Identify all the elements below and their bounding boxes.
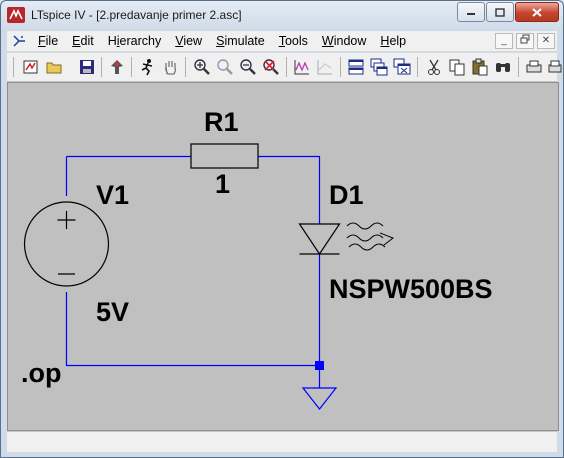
led-emission-icon xyxy=(346,222,395,251)
status-bar xyxy=(7,431,557,452)
mdi-minimize-button[interactable]: _ xyxy=(495,33,513,49)
zoom-full-button[interactable] xyxy=(215,57,235,77)
menu-hierarchy[interactable]: Hierarchy xyxy=(108,34,162,48)
menu-simulate[interactable]: Simulate xyxy=(216,34,265,48)
zoom-in-icon xyxy=(194,59,210,75)
voltage-source-v1[interactable] xyxy=(23,201,110,287)
tile-horizontal-icon xyxy=(348,59,364,75)
menu-view[interactable]: View xyxy=(175,34,202,48)
waveform-grid-icon xyxy=(317,60,332,75)
zoom-out-icon xyxy=(240,59,256,75)
cut-button[interactable] xyxy=(424,57,444,77)
wire-top-right[interactable] xyxy=(258,155,321,225)
print-icon xyxy=(548,60,562,73)
save-icon xyxy=(80,60,94,74)
toolbar-separator xyxy=(185,57,186,77)
resistor-r1-name[interactable]: R1 xyxy=(204,107,239,138)
waveform-autorange-icon xyxy=(294,60,309,75)
print-button[interactable] xyxy=(545,57,563,77)
resistor-r1[interactable] xyxy=(190,143,259,169)
menu-file[interactable]: File xyxy=(38,34,58,48)
close-windows-button[interactable] xyxy=(392,57,412,77)
menu-tools[interactable]: Tools xyxy=(279,34,308,48)
restore-icon xyxy=(520,34,530,44)
cut-icon xyxy=(428,59,440,75)
open-icon xyxy=(46,62,62,74)
zoom-out-button[interactable] xyxy=(238,57,258,77)
toolbar xyxy=(7,53,562,82)
spice-directive-op[interactable]: .op xyxy=(21,358,62,389)
save-button[interactable] xyxy=(77,57,97,77)
run-simulation-icon xyxy=(141,59,153,76)
waveform-grid-button[interactable] xyxy=(315,57,335,77)
close-icon xyxy=(532,7,542,17)
source-v1-name[interactable]: V1 xyxy=(96,180,129,211)
tile-horizontal-button[interactable] xyxy=(346,57,366,77)
toolbar-separator xyxy=(101,57,102,77)
pan-button[interactable] xyxy=(161,57,181,77)
diode-d1-name[interactable]: D1 xyxy=(329,180,364,211)
control-panel-button[interactable] xyxy=(107,57,127,77)
close-button[interactable] xyxy=(515,2,559,22)
title-bar: LTspice IV - [2.predavanje primer 2.asc] xyxy=(1,1,563,29)
toolbar-grip xyxy=(13,57,14,77)
paste-button[interactable] xyxy=(470,57,490,77)
diode-d1-value[interactable]: NSPW500BS xyxy=(329,274,493,305)
run-button[interactable] xyxy=(21,57,41,77)
schematic-canvas[interactable]: R1 1 V1 5V D1 NSPW500BS .op xyxy=(7,82,559,431)
menu-edit[interactable]: Edit xyxy=(72,34,94,48)
control-panel-icon xyxy=(111,60,123,74)
zoom-cancel-icon xyxy=(263,59,279,75)
cascade-button[interactable] xyxy=(369,57,389,77)
junction-dot xyxy=(315,361,324,370)
find-button[interactable] xyxy=(493,57,513,77)
minimize-button[interactable] xyxy=(457,2,485,22)
caption-buttons xyxy=(456,2,559,22)
toolbar-separator xyxy=(417,57,418,77)
menu-bar: File Edit Hierarchy View Simulate Tools Window… xyxy=(7,31,557,52)
find-icon xyxy=(496,63,510,72)
pan-hand-icon xyxy=(165,61,176,75)
print-preview-icon xyxy=(526,60,542,73)
run-simulation-button[interactable] xyxy=(137,57,157,77)
toolbar-separator xyxy=(286,57,287,77)
menu-items: File Edit Hierarchy View Simulate Tools Window… xyxy=(38,34,420,48)
maximize-button[interactable] xyxy=(486,2,514,22)
zoom-full-icon xyxy=(217,59,233,75)
open-button[interactable] xyxy=(45,57,65,77)
toolbar-separator xyxy=(131,57,132,77)
ltspice-window: LTspice IV - [2.predavanje primer 2.asc]… xyxy=(0,0,564,458)
cascade-icon xyxy=(370,58,388,76)
mdi-buttons: _ ✕ xyxy=(492,33,555,49)
schematic-drawing xyxy=(23,143,395,410)
ground-symbol[interactable] xyxy=(301,387,338,410)
diode-d1[interactable] xyxy=(298,223,341,256)
mdi-close-button[interactable]: ✕ xyxy=(537,33,555,49)
paste-icon xyxy=(472,58,488,76)
mdi-restore-button[interactable] xyxy=(516,33,534,49)
menu-help[interactable]: Help xyxy=(380,34,406,48)
source-v1-value[interactable]: 5V xyxy=(96,297,129,328)
toolbar-separator xyxy=(518,57,519,77)
waveform-autorange-button[interactable] xyxy=(292,57,312,77)
copy-icon xyxy=(449,59,465,76)
toolbar-separator xyxy=(340,57,341,77)
maximize-icon xyxy=(495,7,505,17)
schematic-doc-icon[interactable] xyxy=(11,33,27,49)
zoom-cancel-button[interactable] xyxy=(261,57,281,77)
menu-window[interactable]: Window xyxy=(322,34,366,48)
copy-button[interactable] xyxy=(447,57,467,77)
print-preview-button[interactable] xyxy=(524,57,544,77)
zoom-in-button[interactable] xyxy=(192,57,212,77)
run-icon xyxy=(23,60,38,74)
window-title: LTspice IV - [2.predavanje primer 2.asc] xyxy=(31,8,242,22)
minimize-icon xyxy=(467,13,475,15)
ltspice-app-icon[interactable] xyxy=(7,7,25,23)
close-windows-icon xyxy=(393,58,411,75)
resistor-r1-value[interactable]: 1 xyxy=(215,169,230,200)
